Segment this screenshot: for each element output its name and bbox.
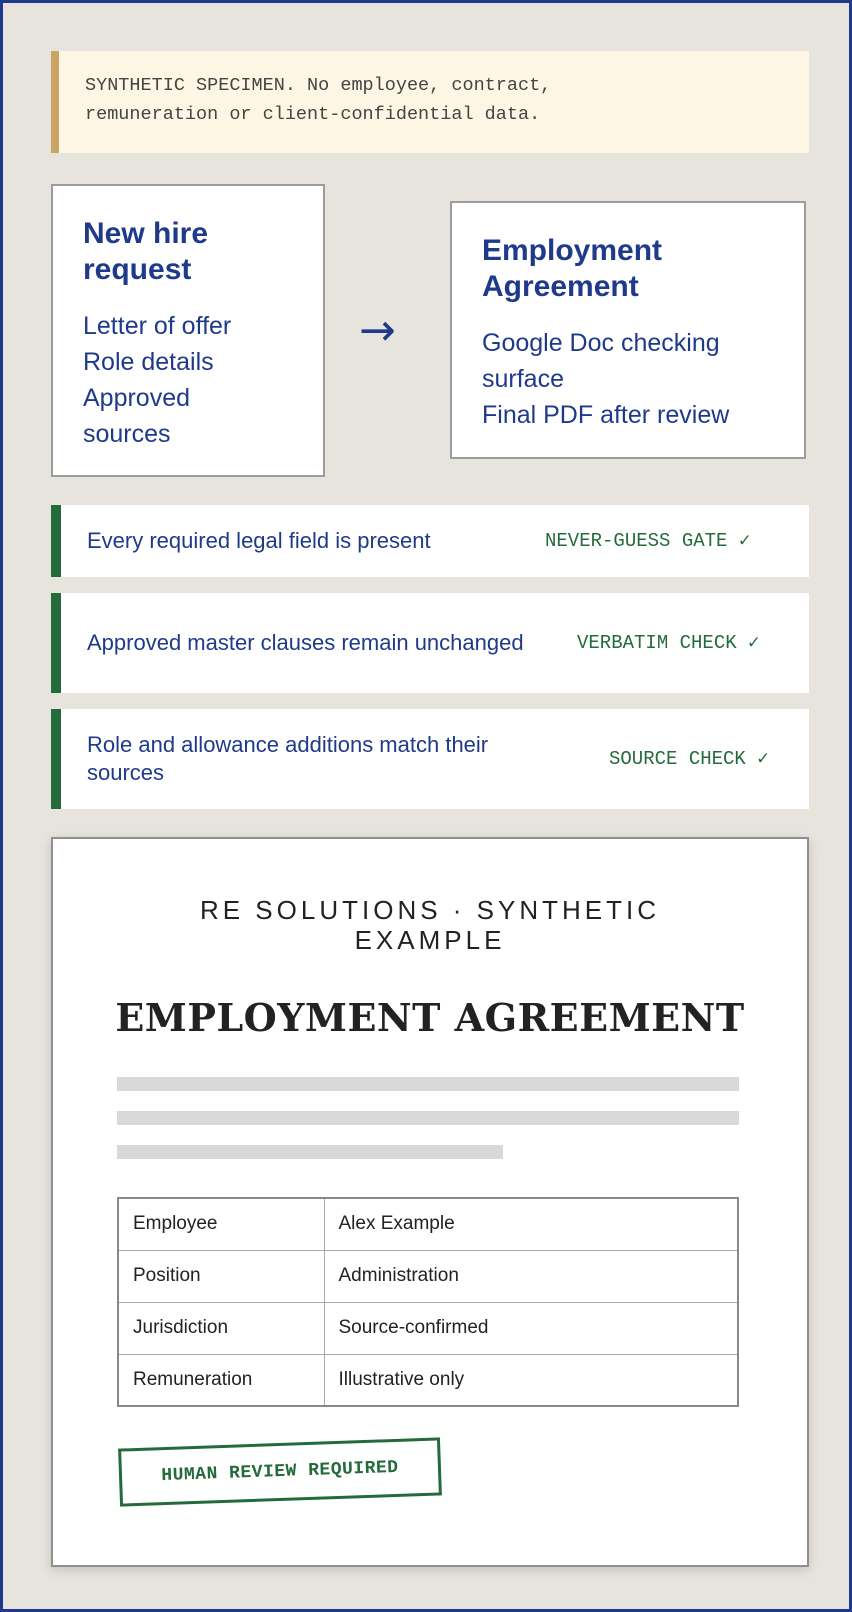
check-row-master-clauses: Approved master clauses remain unchanged… xyxy=(51,593,809,693)
field-value: Alex Example xyxy=(323,1197,739,1251)
human-review-stamp: HUMAN REVIEW REQUIRED xyxy=(118,1437,442,1507)
table-row: Jurisdiction Source-confirmed xyxy=(117,1301,739,1355)
employment-agreement-title: Employment Agreement xyxy=(482,234,663,303)
check-row-role-allowance: Role and allowance additions match their… xyxy=(51,709,809,809)
field-key: Jurisdiction xyxy=(117,1301,325,1355)
synthetic-notice: SYNTHETIC SPECIMEN. No employee, contrac… xyxy=(51,51,809,153)
placeholder-text-line xyxy=(117,1111,739,1125)
document-title: EMPLOYMENT AGREEMENT xyxy=(115,995,745,1040)
field-key: Employee xyxy=(117,1197,325,1251)
field-key: Remuneration xyxy=(117,1353,325,1407)
input-item-approved: Approved xyxy=(83,384,191,412)
notice-line-2: remuneration or client-confidential data… xyxy=(85,104,541,125)
field-value: Source-confirmed xyxy=(323,1301,739,1355)
check-label: Role and allowance additions match their… xyxy=(87,732,489,785)
page-frame: SYNTHETIC SPECIMEN. No employee, contrac… xyxy=(0,0,852,1612)
check-status-tag: NEVER-GUESS GATE ✓ xyxy=(545,530,751,552)
input-item-sources: sources xyxy=(83,420,171,448)
placeholder-text-line xyxy=(117,1145,503,1159)
notice-line-1: SYNTHETIC SPECIMEN. No employee, contrac… xyxy=(85,75,552,96)
field-key: Position xyxy=(117,1249,325,1303)
employment-agreement-card: Employment Agreement Google Doc checking… xyxy=(450,201,806,459)
output-item-google-doc: Google Doc checking xyxy=(482,329,720,357)
output-item-surface: surface xyxy=(482,365,564,393)
check-status-tag: VERBATIM CHECK ✓ xyxy=(577,632,760,654)
check-label: Every required legal field is present xyxy=(87,528,431,553)
arrow-right-icon: → xyxy=(359,305,396,356)
agreement-fields-table: Employee Alex Example Position Administr… xyxy=(117,1197,739,1407)
table-row: Remuneration Illustrative only xyxy=(117,1353,739,1407)
placeholder-text-line xyxy=(117,1077,739,1091)
field-value: Illustrative only xyxy=(323,1353,739,1407)
new-hire-request-card: New hire request Letter of offer Role de… xyxy=(51,184,325,477)
check-status-tag: SOURCE CHECK ✓ xyxy=(609,748,769,770)
check-label: Approved master clauses remain unchanged xyxy=(87,630,524,655)
agreement-document-preview: RE SOLUTIONS · SYNTHETIC EXAMPLE EMPLOYM… xyxy=(51,837,809,1567)
document-eyebrow: RE SOLUTIONS · SYNTHETIC EXAMPLE xyxy=(199,895,661,955)
output-item-final-pdf: Final PDF after review xyxy=(482,401,730,429)
table-row: Employee Alex Example xyxy=(117,1197,739,1251)
table-row: Position Administration xyxy=(117,1249,739,1303)
check-row-legal-fields: Every required legal field is present NE… xyxy=(51,505,809,577)
field-value: Administration xyxy=(323,1249,739,1303)
new-hire-request-title: New hire request xyxy=(83,217,209,286)
input-item-letter-of-offer: Letter of offer xyxy=(83,312,232,340)
input-item-role-details: Role details xyxy=(83,348,214,376)
